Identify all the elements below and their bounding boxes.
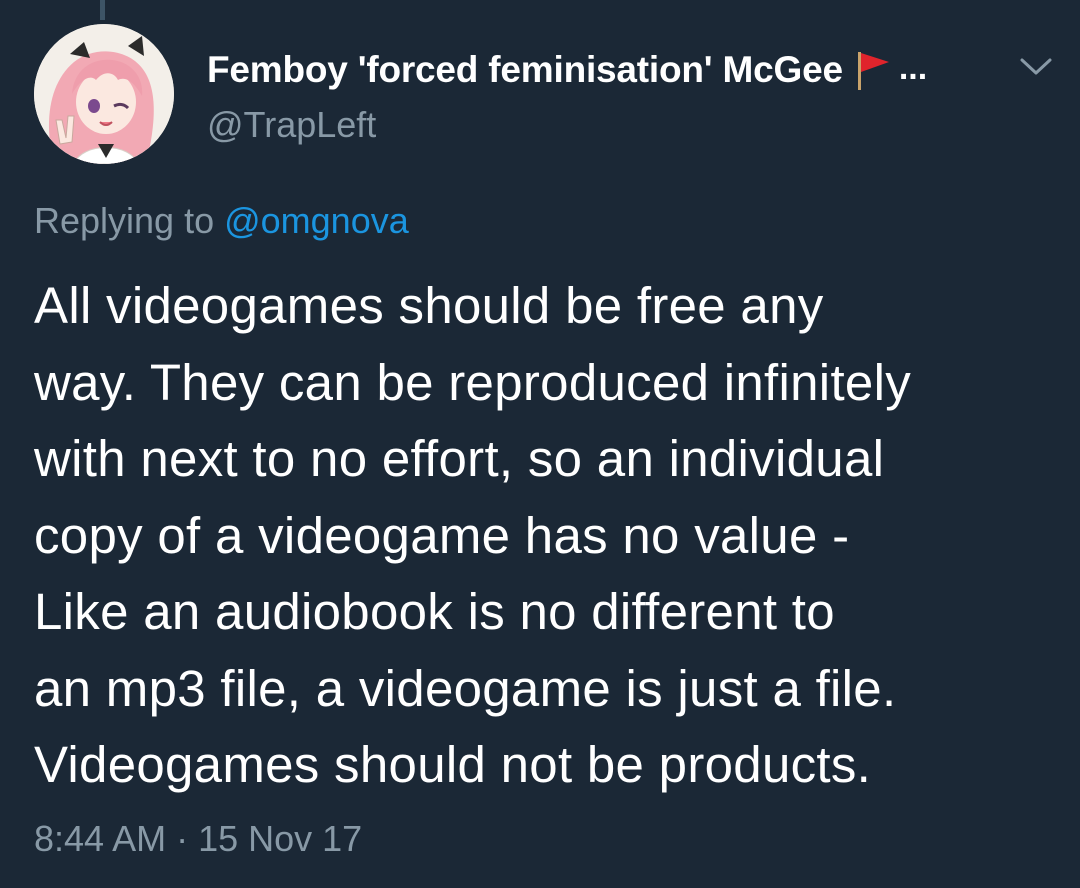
tweet-timestamp[interactable]: 8:44 AM · 15 Nov 17: [34, 818, 362, 860]
tweet-text-line: way. They can be reproduced infinitely: [34, 353, 912, 411]
tweet-text-line: with next to no effort, so an individual: [34, 430, 885, 487]
tweet-text-line: copy of a videogame has no value -: [34, 506, 850, 564]
avatar[interactable]: [34, 24, 174, 164]
replying-to-label: Replying to: [34, 200, 225, 241]
avatar-illustration: [34, 24, 174, 164]
chevron-down-icon[interactable]: [1018, 54, 1054, 78]
name-truncation-ellipsis: ...: [898, 48, 928, 87]
reply-target-link[interactable]: @omgnova: [224, 200, 409, 241]
author-name-row[interactable]: Femboy 'forced feminisation' McGee ...: [207, 48, 927, 92]
tweet-text-line: Like an audiobook is no different to: [34, 583, 835, 640]
tweet-text-line: All videogames should be free any: [34, 277, 824, 334]
red-flag-icon: [855, 50, 891, 90]
thread-connector-line: [100, 0, 105, 20]
replying-to-line: Replying to @omgnova: [34, 200, 409, 242]
tweet-text-line: an mp3 file, a videogame is just a file.: [34, 659, 897, 717]
tweet-card: Femboy 'forced feminisation' McGee ... @…: [0, 0, 1080, 888]
author-handle[interactable]: @TrapLeft: [207, 104, 376, 146]
author-display-name[interactable]: Femboy 'forced feminisation' McGee: [207, 49, 843, 91]
tweet-body: All videogames should be free any way. T…: [34, 268, 1064, 804]
tweet-text-line: Videogames should not be products.: [34, 736, 872, 793]
